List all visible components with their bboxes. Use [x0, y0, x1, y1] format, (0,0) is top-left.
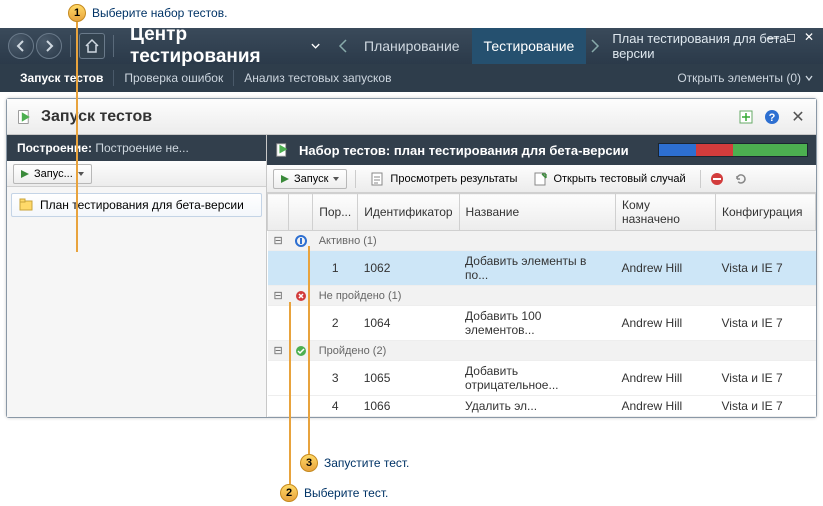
chevron-down-icon — [805, 74, 813, 82]
group-passed[interactable]: ⊟ Пройдено (2) — [268, 341, 816, 361]
maximize-button[interactable]: ◻ — [783, 30, 799, 44]
suite-title: Набор тестов: план тестирования для бета… — [299, 143, 629, 158]
group-failed[interactable]: ⊟ Не пройдено (1) — [268, 286, 816, 306]
tree-item-beta-plan[interactable]: План тестирования для бета-версии — [11, 193, 262, 217]
new-activity-button[interactable] — [738, 109, 754, 125]
callout-2: 2 Выберите тест. — [280, 484, 388, 502]
open-icon — [533, 171, 549, 187]
callout-3: 3 Запустите тест. — [300, 454, 409, 472]
subtab-run-tests[interactable]: Запуск тестов — [10, 64, 113, 92]
table-row[interactable]: 1 1062 Добавить элементы в по... Andrew … — [268, 251, 816, 286]
chevron-down-icon — [332, 175, 340, 183]
view-results-button[interactable]: Просмотреть результаты — [364, 169, 523, 189]
play-icon — [20, 169, 30, 179]
left-toolbar: Запус... — [7, 161, 266, 187]
subtab-analyze-runs[interactable]: Анализ тестовых запусков — [234, 64, 401, 92]
run-test-button[interactable]: Запуск — [273, 169, 347, 189]
build-bar: Построение: Построение не... — [7, 135, 266, 161]
test-suite-tree-panel: Построение: Построение не... Запус... Пл… — [7, 135, 267, 417]
help-button[interactable]: ? — [764, 109, 780, 125]
tree-item-label: План тестирования для бета-версии — [40, 198, 244, 212]
progress-failed — [696, 144, 733, 156]
subtab-verify-bugs[interactable]: Проверка ошибок — [114, 64, 233, 92]
group-active[interactable]: ⊟ Активно (1) — [268, 231, 816, 251]
suite-icon — [18, 197, 34, 213]
suite-icon — [275, 142, 291, 158]
callout-badge-3: 3 — [300, 454, 318, 472]
sub-toolbar: Запуск тестов Проверка ошибок Анализ тес… — [0, 64, 823, 92]
suite-header: Набор тестов: план тестирования для бета… — [267, 135, 816, 165]
callout-text-1: Выберите набор тестов. — [92, 6, 227, 20]
progress-passed — [733, 144, 807, 156]
reset-button[interactable] — [733, 171, 749, 187]
panel-title: Запуск тестов — [41, 108, 152, 126]
panel-body: Построение: Построение не... Запус... Пл… — [7, 135, 816, 417]
test-list-panel: Набор тестов: план тестирования для бета… — [267, 135, 816, 417]
run-suite-button[interactable]: Запус... — [13, 164, 92, 184]
main-tabs: Планирование Тестирование — [334, 28, 604, 64]
run-tests-icon — [17, 109, 33, 125]
callout-line-3 — [308, 246, 310, 454]
window-controls: — ◻ ✕ — [765, 30, 817, 44]
table-row[interactable]: 2 1064 Добавить 100 элементов... Andrew … — [268, 306, 816, 341]
col-title[interactable]: Название — [459, 194, 615, 231]
table-row[interactable]: 3 1065 Добавить отрицательное... Andrew … — [268, 361, 816, 396]
callout-line-1 — [76, 22, 78, 252]
tab-arrow-left-icon — [334, 28, 352, 64]
tab-arrow-right-icon — [586, 28, 604, 64]
test-toolbar: Запуск Просмотреть результаты Открыть те… — [267, 165, 816, 193]
callout-text-3: Запустите тест. — [324, 456, 409, 470]
col-id[interactable]: Идентификатор — [358, 194, 459, 231]
open-items-dropdown[interactable]: Открыть элементы (0) — [677, 71, 813, 85]
callout-1: 1 Выберите набор тестов. — [68, 4, 227, 22]
forward-button[interactable] — [36, 33, 62, 59]
svg-text:?: ? — [769, 112, 776, 124]
block-button[interactable] — [709, 171, 725, 187]
chevron-down-icon — [311, 41, 320, 51]
app-title-dropdown[interactable]: Центр тестирования — [130, 24, 320, 68]
close-panel-button[interactable]: ✕ — [790, 109, 806, 125]
col-assigned[interactable]: Кому назначено — [616, 194, 716, 231]
minimize-button[interactable]: — — [765, 30, 781, 44]
test-grid: Пор... Идентификатор Название Кому назна… — [267, 193, 816, 417]
col-config[interactable]: Конфигурация — [716, 194, 816, 231]
play-icon — [280, 174, 290, 184]
suite-progress-bar — [658, 143, 808, 157]
run-tests-panel: Запуск тестов ? ✕ Построение: Построение… — [6, 98, 817, 418]
titlebar: — ◻ ✕ Центр тестирования Планирование Те… — [0, 28, 823, 64]
suite-tree: План тестирования для бета-версии — [7, 187, 266, 223]
results-icon — [370, 171, 386, 187]
callout-badge-1: 1 — [68, 4, 86, 22]
tab-planning[interactable]: Планирование — [352, 28, 472, 64]
app-title-text: Центр тестирования — [130, 24, 307, 68]
open-test-case-button[interactable]: Открыть тестовый случай — [527, 169, 691, 189]
grid-header: Пор... Идентификатор Название Кому назна… — [268, 194, 816, 231]
callout-badge-2: 2 — [280, 484, 298, 502]
col-order[interactable]: Пор... — [313, 194, 358, 231]
close-button[interactable]: ✕ — [801, 30, 817, 44]
table-row[interactable]: 4 1066 Удалить эл... Andrew Hill Vista и… — [268, 396, 816, 417]
progress-active — [659, 144, 696, 156]
callout-line-2 — [289, 302, 291, 484]
home-button[interactable] — [79, 33, 105, 59]
tab-testing[interactable]: Тестирование — [472, 28, 587, 64]
callout-text-2: Выберите тест. — [304, 486, 388, 500]
nav-buttons — [8, 33, 120, 59]
back-button[interactable] — [8, 33, 34, 59]
panel-header: Запуск тестов ? ✕ — [7, 99, 816, 135]
